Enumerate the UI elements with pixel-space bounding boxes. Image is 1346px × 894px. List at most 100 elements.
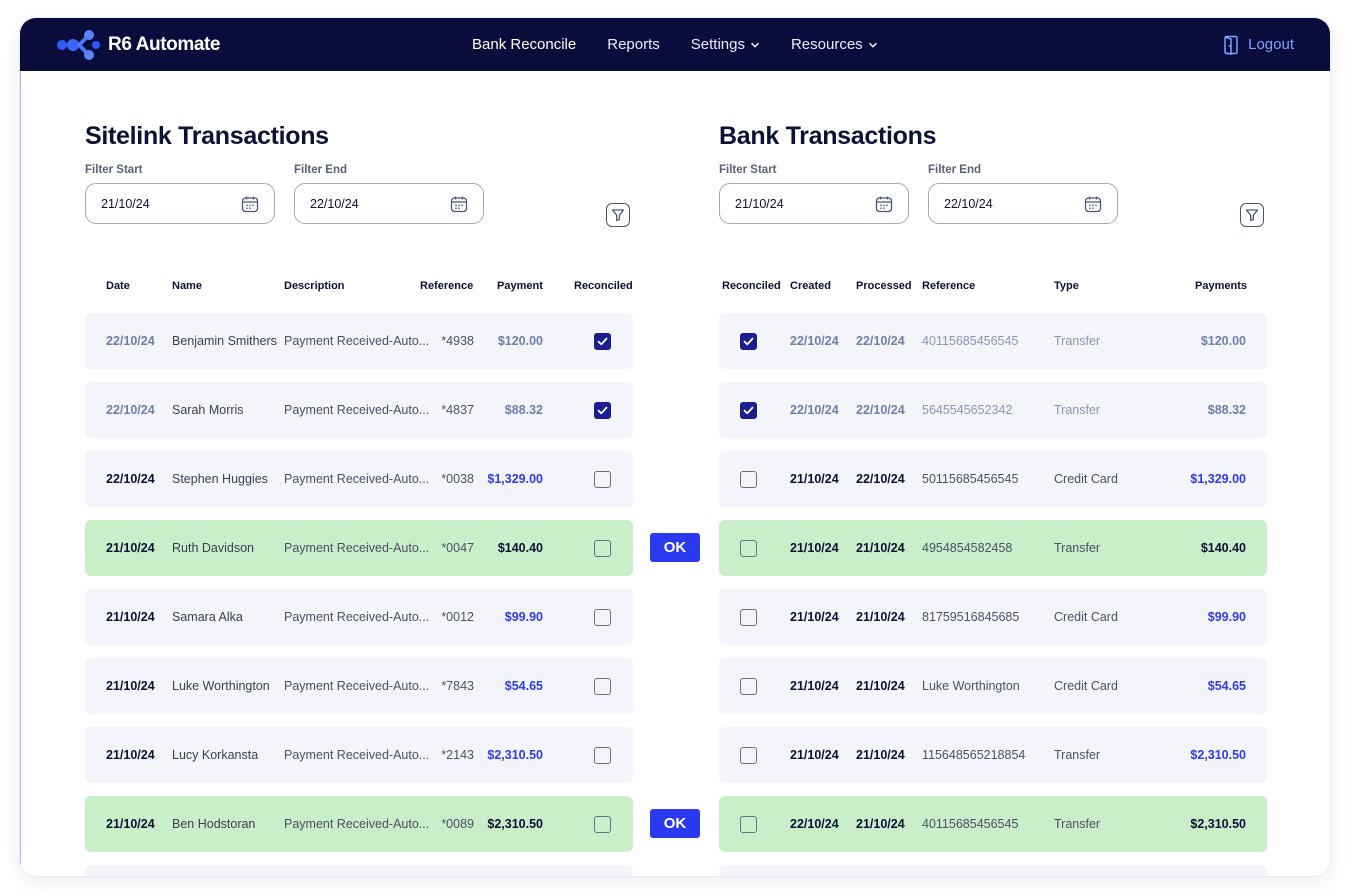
table-row[interactable]: 22/10/24 Stephen Huggies Payment Received-… <box>85 451 633 507</box>
table-row[interactable]: 21/10/24 22/10/24 50115685456545 Credit Car… <box>719 451 1267 507</box>
sitelink-filter-end: Filter End 22/10/24 <box>294 164 484 224</box>
row-date: 21/10/24 <box>106 541 155 555</box>
table-row[interactable]: 21/10/24 21/10/24 Luke Worthington Credit C… <box>719 658 1267 714</box>
row-date: 21/10/24 <box>106 610 155 624</box>
app-window: R6 Automate Bank Reconcile Reports Setti… <box>20 18 1330 876</box>
table-row[interactable]: 21/10/24 21/10/24 81759516845685 Credit Car… <box>719 589 1267 645</box>
filter-start-label: Filter Start <box>85 164 143 176</box>
row-date: 22/10/24 <box>106 334 155 348</box>
nav-settings[interactable]: Settings <box>691 36 760 53</box>
row-created: 21/10/24 <box>790 610 839 624</box>
col-reconciled: Reconciled <box>722 280 781 292</box>
reconciled-checkbox[interactable] <box>594 540 611 557</box>
col-payments: Payments <box>1195 280 1247 292</box>
calendar-icon[interactable] <box>875 195 893 213</box>
row-payment: $54.65 <box>1207 679 1246 693</box>
row-payment: $1,329.00 <box>1190 472 1246 486</box>
calendar-icon[interactable] <box>1084 195 1102 213</box>
reconciled-checkbox-checked[interactable] <box>740 402 757 419</box>
filter-button[interactable] <box>1240 203 1264 227</box>
reconciled-checkbox[interactable] <box>594 678 611 695</box>
row-created: 21/10/24 <box>790 541 839 555</box>
row-reference: *4938 <box>441 334 474 348</box>
reconciled-checkbox[interactable] <box>594 816 611 833</box>
nav-resources[interactable]: Resources <box>791 36 878 53</box>
row-payment: $88.32 <box>1207 403 1246 417</box>
reconciled-checkbox[interactable] <box>594 747 611 764</box>
reconciled-checkbox-checked[interactable] <box>594 402 611 419</box>
calendar-icon[interactable] <box>241 195 259 213</box>
row-reference: *0047 <box>441 541 474 555</box>
table-row[interactable]: 21/10/24 Ben Hodstoran Payment Received-Au… <box>85 796 633 852</box>
reconciled-checkbox[interactable] <box>740 609 757 626</box>
reconciled-checkbox[interactable] <box>740 471 757 488</box>
filter-start-input[interactable]: 21/10/24 <box>85 183 275 224</box>
nav-label: Reports <box>607 36 660 53</box>
logout-button[interactable]: Logout <box>1222 18 1294 71</box>
reconciled-checkbox[interactable] <box>740 678 757 695</box>
row-reference: *2143 <box>441 748 474 762</box>
row-payment: $140.40 <box>497 541 543 555</box>
calendar-icon[interactable] <box>450 195 468 213</box>
row-name: Ben Hodstoran <box>172 817 256 831</box>
row-description: Payment Received-Auto... <box>284 334 430 348</box>
nav-reports[interactable]: Reports <box>607 36 660 53</box>
ok-match-button[interactable]: OK <box>650 533 700 562</box>
row-processed: 22/10/24 <box>856 403 905 417</box>
row-reference: *0038 <box>441 472 474 486</box>
filter-end-label: Filter End <box>928 164 982 176</box>
row-created: 21/10/24 <box>790 679 839 693</box>
row-reference: *7843 <box>441 679 474 693</box>
col-type: Type <box>1054 280 1079 292</box>
table-row[interactable]: 21/10/24 Lucy Korkansta Payment Received-A… <box>85 727 633 783</box>
reconciled-checkbox[interactable] <box>740 747 757 764</box>
nav-bank-reconcile[interactable]: Bank Reconcile <box>472 36 576 53</box>
table-row[interactable]: 21/10/24 Ruth Davidson Payment Received-Au… <box>85 520 633 576</box>
table-row[interactable]: 22/10/24 21/10/24 40115685456545 Transfer $2… <box>719 796 1267 852</box>
filter-end-input[interactable]: 22/10/24 <box>928 183 1118 224</box>
sitelink-filters: Filter Start 21/10/24 Filter End 22/10/2… <box>85 164 633 232</box>
row-processed: 21/10/24 <box>856 748 905 762</box>
table-row[interactable]: 22/10/24 22/10/24 40115685456545 Transfer $1… <box>719 313 1267 369</box>
row-reference: Luke Worthington <box>922 679 1020 693</box>
row-name: Lucy Korkansta <box>172 748 259 762</box>
row-reference: 81759516845685 <box>922 610 1020 624</box>
bank-table-header: Reconciled Created Processed Reference T… <box>719 280 1267 296</box>
filter-end-input[interactable]: 22/10/24 <box>294 183 484 224</box>
row-processed: 22/10/24 <box>856 334 905 348</box>
chevron-down-icon <box>750 42 759 48</box>
reconciled-checkbox[interactable] <box>594 609 611 626</box>
table-row[interactable]: 22/10/24 Sarah Morris Payment Received-Aut… <box>85 382 633 438</box>
row-type: Transfer <box>1054 334 1101 348</box>
filter-button[interactable] <box>606 203 630 227</box>
row-processed: 21/10/24 <box>856 817 905 831</box>
filter-end-value: 22/10/24 <box>310 196 359 211</box>
table-row[interactable]: 21/10/2421/10/2462759516845685EDFL Paym$… <box>719 865 1267 876</box>
reconciled-checkbox[interactable] <box>594 471 611 488</box>
sitelink-table-header: Date Name Description Reference Payment … <box>85 280 633 296</box>
row-created: 22/10/24 <box>790 334 839 348</box>
ok-match-button[interactable]: OK <box>650 809 700 838</box>
filter-start-value: 21/10/24 <box>735 196 784 211</box>
table-row[interactable]: 21/10/24Maria ShartinaPayment Received-A… <box>85 865 633 876</box>
logo[interactable]: R6 Automate <box>56 28 220 62</box>
table-row[interactable]: 22/10/24 22/10/24 5645545652342 Transfer $88… <box>719 382 1267 438</box>
table-row[interactable]: 21/10/24 21/10/24 4954854582458 Transfer $14… <box>719 520 1267 576</box>
row-description: Payment Received-Auto... <box>284 610 430 624</box>
reconciled-checkbox-checked[interactable] <box>594 333 611 350</box>
table-row[interactable]: 21/10/24 Luke Worthington Payment Received… <box>85 658 633 714</box>
table-row[interactable]: 21/10/24 Samara Alka Payment Received-Auto… <box>85 589 633 645</box>
row-description: Payment Received-Auto... <box>284 472 430 486</box>
reconciled-checkbox-checked[interactable] <box>740 333 757 350</box>
row-type: Transfer <box>1054 817 1101 831</box>
col-created: Created <box>790 280 831 292</box>
table-row[interactable]: 22/10/24 Benjamin Smithers Payment Receive… <box>85 313 633 369</box>
nav-label: Settings <box>690 36 745 53</box>
reconciled-checkbox[interactable] <box>740 816 757 833</box>
table-row[interactable]: 21/10/24 21/10/24 115648565218854 Transfer $… <box>719 727 1267 783</box>
filter-start-input[interactable]: 21/10/24 <box>719 183 909 224</box>
reconciled-checkbox[interactable] <box>740 540 757 557</box>
logout-label: Logout <box>1248 36 1294 53</box>
filter-start-label: Filter Start <box>719 164 777 176</box>
row-reference: 40115685456545 <box>922 817 1019 831</box>
